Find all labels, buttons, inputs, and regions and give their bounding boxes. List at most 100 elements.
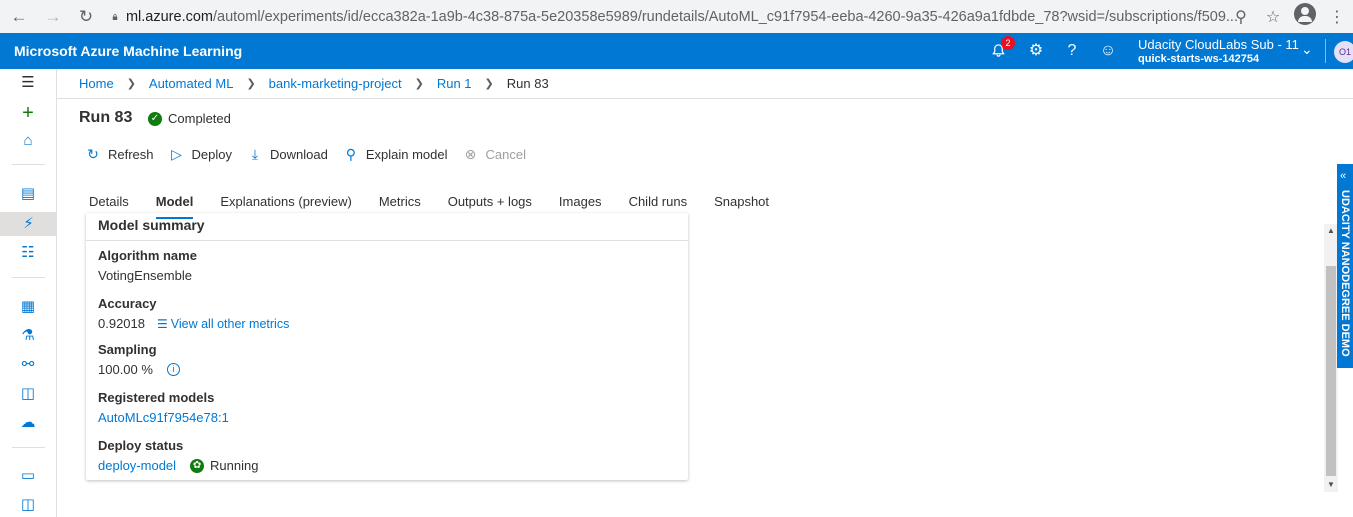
deploy-label: Deploy	[191, 147, 232, 162]
automated-ml-icon[interactable]: ⚡	[0, 212, 57, 236]
models-cube-icon[interactable]: ◫	[18, 384, 38, 404]
accuracy-label: Accuracy	[98, 296, 157, 311]
refresh-button[interactable]: ↻ Refresh	[85, 146, 153, 163]
app-title[interactable]: Microsoft Azure Machine Learning	[14, 43, 242, 59]
account-switcher[interactable]: Udacity CloudLabs Sub - 11 quick-starts-…	[1138, 37, 1299, 67]
run-tabs: Details Model Explanations (preview) Met…	[89, 194, 796, 220]
download-icon: ⤓	[251, 146, 259, 162]
designer-icon[interactable]: ☷	[18, 243, 38, 263]
page-title: Run 83	[79, 109, 133, 126]
browser-menu-icon[interactable]: ⋮	[1321, 7, 1353, 27]
nav-divider	[12, 164, 45, 165]
url-host: ml.azure.com	[125, 8, 213, 25]
feedback-smiley-icon[interactable]: ☺	[1097, 40, 1119, 62]
notification-badge: 2	[1001, 36, 1015, 50]
tab-model[interactable]: Model	[155, 194, 193, 220]
scroll-up-arrow-icon[interactable]: ▲	[1324, 224, 1338, 238]
help-icon[interactable]: ?	[1061, 40, 1083, 62]
nav-divider	[12, 277, 45, 278]
cancel-label: Cancel	[485, 147, 526, 162]
pipelines-icon[interactable]: ⚯	[18, 355, 38, 375]
reload-icon[interactable]: ↻	[70, 0, 102, 33]
home-icon[interactable]: ⌂	[18, 131, 38, 151]
chevron-down-icon[interactable]: ⌄	[1301, 41, 1313, 58]
checkmark-icon: ✓	[148, 111, 162, 126]
deployment-link[interactable]: deploy-model	[98, 458, 176, 473]
status-badge: ✓ Completed	[148, 111, 231, 126]
chevron-right-icon: ❯	[246, 78, 256, 90]
back-icon[interactable]: ←	[3, 0, 35, 33]
breadcrumb-current: Run 83	[506, 76, 549, 91]
registered-models-label: Registered models	[98, 390, 215, 405]
running-icon: ✿	[190, 458, 205, 473]
lock-icon	[112, 13, 118, 20]
side-panel-label: UDACITY NANODEGREE DEMO	[1339, 190, 1351, 357]
tab-images[interactable]: Images	[559, 194, 602, 220]
address-bar[interactable]: ml.azure.com/automl/experiments/id/ecca3…	[112, 4, 1238, 29]
tab-snapshot[interactable]: Snapshot	[714, 194, 769, 220]
deploy-state: ✿ Running	[190, 458, 258, 473]
compute-monitor-icon[interactable]: ▭	[18, 466, 38, 486]
deploy-button[interactable]: ▷ Deploy	[169, 146, 232, 163]
tab-child-runs[interactable]: Child runs	[629, 194, 688, 220]
hamburger-menu-icon[interactable]: ☰	[18, 73, 38, 93]
header-divider	[1325, 39, 1326, 63]
double-chevron-left-icon: «	[1340, 170, 1347, 182]
algorithm-value: VotingEnsemble	[98, 268, 192, 283]
left-nav: ☰ + ⌂ ▤ ⚡ ☷ ▦ ⚗ ⚯ ◫ ☁ ▭ ◫	[0, 69, 57, 517]
tab-outputs-logs[interactable]: Outputs + logs	[448, 194, 532, 220]
tab-metrics[interactable]: Metrics	[379, 194, 421, 220]
registered-models-field: Registered models AutoMLc91f7954e78:1	[98, 390, 229, 425]
breadcrumb-experiment[interactable]: bank-marketing-project	[269, 76, 402, 91]
tab-details[interactable]: Details	[89, 194, 129, 220]
avatar[interactable]: O1	[1334, 41, 1353, 63]
sampling-value: 100.00 %	[98, 362, 153, 377]
breadcrumb-parent-run[interactable]: Run 1	[437, 76, 472, 91]
side-panel-tab[interactable]: « UDACITY NANODEGREE DEMO	[1337, 164, 1353, 368]
deploy-status-label: Deploy status	[98, 438, 184, 453]
refresh-icon: ↻	[87, 146, 99, 162]
accuracy-field: Accuracy 0.92018 ☰ View all other metric…	[98, 296, 289, 331]
notebooks-icon[interactable]: ▤	[18, 184, 38, 204]
cancel-circle-icon: ⊗	[464, 146, 477, 162]
datasets-icon[interactable]: ▦	[18, 297, 38, 317]
model-summary-card: Model summary Algorithm name VotingEnsem…	[86, 213, 688, 480]
magnifier-icon: ⚲	[345, 146, 356, 162]
play-icon: ▷	[171, 146, 182, 162]
deploy-status-field: Deploy status deploy-model ✿ Running	[98, 438, 258, 473]
scroll-down-arrow-icon[interactable]: ▼	[1324, 478, 1338, 492]
explain-model-button[interactable]: ⚲ Explain model	[343, 146, 448, 163]
datastores-icon[interactable]: ◫	[18, 495, 38, 515]
info-icon[interactable]: i	[166, 363, 180, 376]
sampling-field: Sampling 100.00 % i	[98, 342, 180, 377]
endpoints-icon[interactable]: ☁	[18, 413, 38, 433]
zoom-icon[interactable]: ⚲	[1225, 7, 1257, 27]
url-path: /automl/experiments/id/ecca382a-1a9b-4c3…	[213, 8, 1238, 25]
sampling-label: Sampling	[98, 342, 157, 357]
view-all-metrics-link[interactable]: ☰ View all other metrics	[157, 317, 289, 331]
bookmark-star-icon[interactable]: ☆	[1257, 7, 1289, 27]
algorithm-label: Algorithm name	[98, 248, 197, 263]
experiments-flask-icon[interactable]: ⚗	[18, 326, 38, 346]
download-label: Download	[270, 147, 328, 162]
command-bar: ↻ Refresh ▷ Deploy ⤓ Download ⚲ Explain …	[85, 146, 541, 163]
registered-model-link[interactable]: AutoMLc91f7954e78:1	[98, 410, 229, 425]
create-new-plus-icon[interactable]: +	[18, 103, 38, 123]
scrollbar-thumb[interactable]	[1326, 266, 1336, 476]
explain-label: Explain model	[365, 147, 448, 162]
breadcrumb-home[interactable]: Home	[79, 76, 114, 91]
download-button[interactable]: ⤓ Download	[247, 146, 328, 163]
account-subscription: Udacity CloudLabs Sub - 11	[1138, 37, 1299, 52]
card-divider	[86, 240, 688, 241]
breadcrumb-automated-ml[interactable]: Automated ML	[149, 76, 234, 91]
breadcrumb: Home ❯ Automated ML ❯ bank-marketing-pro…	[57, 69, 1353, 99]
tab-explanations[interactable]: Explanations (preview)	[220, 194, 352, 220]
app-header: Microsoft Azure Machine Learning 2 ⚙ ? ☺…	[0, 33, 1353, 69]
profile-icon[interactable]	[1289, 3, 1321, 30]
list-icon: ☰	[157, 316, 168, 331]
gear-icon[interactable]: ⚙	[1025, 40, 1047, 62]
chevron-right-icon: ❯	[414, 78, 424, 90]
vertical-scrollbar[interactable]: ▲ ▼	[1324, 224, 1338, 492]
cancel-button[interactable]: ⊗ Cancel	[462, 146, 526, 163]
forward-icon[interactable]: →	[37, 0, 69, 33]
